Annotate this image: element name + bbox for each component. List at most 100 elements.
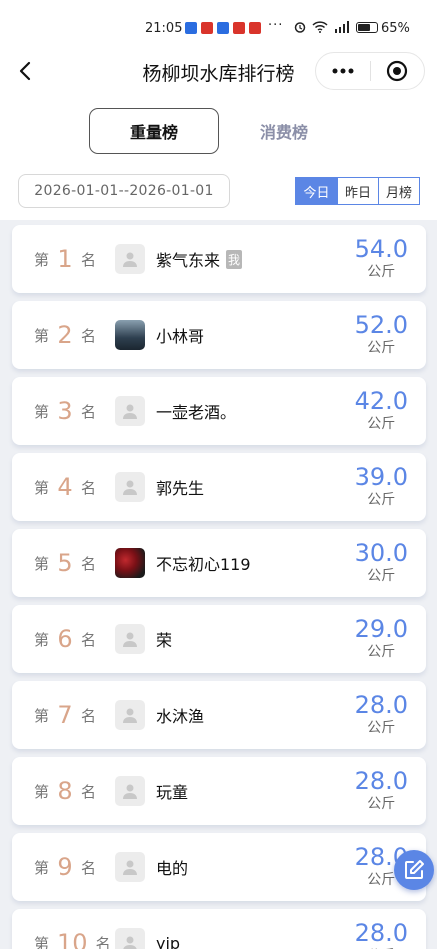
status-time: 21:05: [145, 21, 183, 36]
weight-unit: 公斤: [367, 416, 396, 432]
edit-icon: [405, 860, 424, 879]
user-name: 玩童: [156, 757, 188, 825]
battery-percent: 65%: [381, 21, 410, 36]
status-bar: 21:05 ··· 65%: [0, 0, 437, 54]
rank-label: 第1名: [34, 225, 96, 293]
rank-prefix: 第: [34, 554, 50, 573]
rank-label: 第8名: [34, 757, 96, 825]
more-button[interactable]: [316, 53, 370, 89]
period-tabs: 今日 昨日 月榜: [295, 177, 420, 205]
default-avatar-icon: [115, 852, 145, 882]
rank-label: 第3名: [34, 377, 96, 445]
ranking-row[interactable]: 第 4 名 郭先生 39.0 公斤: [12, 453, 426, 521]
avatar: [115, 548, 145, 578]
ranking-row[interactable]: 第 3 名 一壶老酒。 42.0 公斤: [12, 377, 426, 445]
weight-value: 54.0 公斤: [355, 235, 408, 281]
user-name: 郭先生: [156, 453, 204, 521]
wifi-icon: [312, 21, 328, 33]
ranking-row[interactable]: 第 7 名 水沐渔 28.0 公斤: [12, 681, 426, 749]
date-filter-row: 2026-01-01--2026-01-01 今日 昨日 月榜: [0, 174, 437, 210]
signal-icon: [335, 21, 349, 33]
ranking-row[interactable]: 第 6 名 荣 29.0 公斤: [12, 605, 426, 673]
battery-icon: [356, 21, 378, 33]
date-range-picker[interactable]: 2026-01-01--2026-01-01: [18, 174, 230, 208]
weight-unit: 公斤: [367, 568, 396, 584]
user-name: 电的: [156, 833, 188, 901]
user-name-text: 电的: [156, 859, 189, 878]
rank-prefix: 第: [34, 402, 50, 421]
rank-suffix: 名: [81, 478, 97, 497]
ranking-row[interactable]: 第 2 名 小林哥 52.0 公斤: [12, 301, 426, 369]
default-avatar-icon: [115, 700, 145, 730]
weight-unit: 公斤: [367, 644, 396, 660]
tab-yesterday[interactable]: 昨日: [337, 178, 378, 204]
rank-suffix: 名: [81, 858, 97, 877]
ranking-row[interactable]: 第 1 名紫气东来我 54.0 公斤: [12, 225, 426, 293]
edit-float-button[interactable]: [394, 850, 434, 890]
user-name: 一壶老酒。: [156, 377, 236, 445]
default-avatar-icon: [115, 244, 145, 274]
default-avatar-icon: [115, 928, 145, 949]
ranking-row[interactable]: 第 9 名电的 28.0 公斤: [12, 833, 426, 901]
rank-suffix: 名: [81, 250, 97, 269]
rank-number: 1: [57, 245, 73, 273]
default-avatar-icon: [115, 776, 145, 806]
rank-number: 9: [57, 853, 73, 881]
user-name: 不忘初心119: [156, 529, 251, 597]
weight-unit: 公斤: [367, 264, 396, 280]
rank-suffix: 名: [81, 402, 97, 421]
rank-suffix: 名: [81, 326, 97, 345]
ranking-row[interactable]: 第 5 名 不忘初心119 30.0 公斤: [12, 529, 426, 597]
target-circle-icon: [387, 60, 408, 82]
close-miniprogram-button[interactable]: [371, 53, 424, 89]
weight-number: 28.0: [354, 691, 408, 719]
app-notification-icon: [249, 22, 261, 34]
weight-number: 54.0: [354, 235, 408, 263]
rank-label: 第7名: [34, 681, 96, 749]
weight-number: 30.0: [354, 539, 408, 567]
weight-unit: 公斤: [367, 720, 396, 736]
weight-unit: 公斤: [367, 492, 396, 508]
ranking-row[interactable]: 第 10 名 yip 28.0公斤: [12, 909, 426, 949]
miniprogram-capsule: [315, 52, 425, 90]
ranking-list: 第 1 名紫气东来我 54.0 公斤第 2 名小林哥 52.0 公斤第 3 名一壶老酒。 42.0 公斤…: [0, 220, 437, 949]
app-notification-icon: [201, 22, 213, 34]
tab-month[interactable]: 月榜: [378, 178, 419, 204]
rank-prefix: 第: [34, 858, 50, 877]
tab-weight-ranking[interactable]: 重量榜: [89, 108, 219, 154]
rank-number: 2: [57, 321, 73, 349]
rank-suffix: 名: [95, 934, 111, 949]
user-name-text: 紫气东来: [156, 251, 221, 270]
me-badge: 我: [226, 249, 243, 269]
ranking-row[interactable]: 第 8 名 玩童 28.0 公斤: [12, 757, 426, 825]
notification-icons: [185, 22, 261, 34]
rank-label: 第9名: [34, 833, 96, 901]
app-notification-icon: [185, 22, 197, 34]
default-avatar-icon: [115, 396, 145, 426]
alarm-icon: [294, 22, 306, 33]
rank-prefix: 第: [34, 478, 50, 497]
user-name-text: yip: [156, 933, 181, 949]
user-name: 紫气东来我: [156, 225, 243, 293]
rank-suffix: 名: [81, 706, 97, 725]
user-name-text: 玩童: [156, 783, 189, 802]
rank-label: 第4名: [34, 453, 96, 521]
app-notification-icon: [217, 22, 229, 34]
weight-value: 29.0 公斤: [355, 615, 408, 661]
rank-number: 5: [57, 549, 73, 577]
rank-prefix: 第: [34, 782, 50, 801]
weight-number: 52.0: [354, 311, 408, 339]
weight-value: 39.0 公斤: [355, 463, 408, 509]
weight-value: 28.0公斤: [355, 691, 408, 737]
weight-number: 28.0: [354, 767, 408, 795]
tab-spending-ranking[interactable]: 消费榜: [234, 108, 334, 154]
app-notification-icon: [233, 22, 245, 34]
rank-suffix: 名: [81, 554, 97, 573]
user-name: 水沐渔: [156, 681, 204, 749]
rank-prefix: 第: [34, 326, 50, 345]
user-name-text: 一壶老酒。: [156, 403, 237, 422]
nav-bar: 杨柳坝水库排行榜: [0, 47, 437, 95]
tab-today[interactable]: 今日: [296, 178, 337, 204]
default-avatar-icon: [115, 472, 145, 502]
rank-number: 4: [57, 473, 73, 501]
